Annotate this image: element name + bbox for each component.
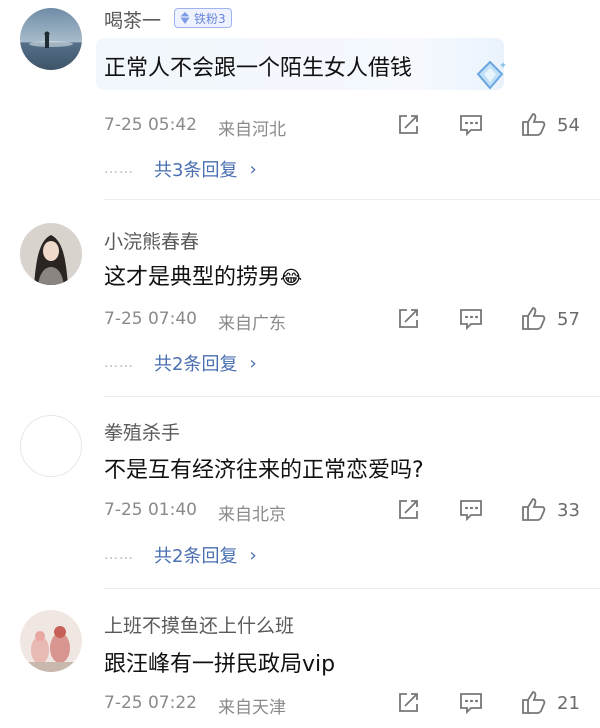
chevron-right-icon: › [249,544,257,566]
diamond-icon [472,58,508,98]
share-icon[interactable] [396,498,420,526]
divider [104,588,600,589]
comment-item: 小浣熊春春 这才是典型的捞男😂 7-25 07:40 来自广东 57 …… 共2… [0,200,600,400]
username[interactable]: 上班不摸鱼还上什么班 [104,611,294,638]
comment-icon[interactable] [458,691,484,719]
comment-item: 上班不摸鱼还上什么班 跟汪峰有一拼民政局vip 7-25 07:22 来自天津 … [0,590,600,728]
username[interactable]: 小浣熊春春 [104,227,199,254]
thumbs-up-icon[interactable] [520,689,548,719]
comment-text: 这才是典型的捞男😂 [104,259,302,291]
comment-text: 不是互有经济往来的正常恋爱吗? [104,458,424,483]
reply-count-label: 共2条回复 [154,546,238,567]
reply-dots: …… [104,547,134,563]
chevron-right-icon: › [249,352,257,374]
badge-label: 铁粉3 [194,11,226,26]
avatar[interactable] [20,610,82,672]
share-icon[interactable] [396,113,420,141]
comment-item: 拳殖杀手 不是互有经济往来的正常恋爱吗? 7-25 01:40 来自北京 33 … [0,396,600,592]
reply-count-label: 共3条回复 [154,160,238,181]
comment-icon[interactable] [458,307,484,335]
view-replies-link[interactable]: …… 共3条回复 › [104,156,257,182]
comment-icon[interactable] [458,113,484,141]
laughing-emoji: 😂 [280,267,303,289]
view-replies-link[interactable]: …… 共2条回复 › [104,350,257,376]
fan-badge: 铁粉3 [174,8,232,28]
view-replies-link[interactable]: …… 共2条回复 › [104,542,257,568]
like-count: 54 [557,115,580,136]
thumbs-up-icon[interactable] [520,111,548,141]
comment-location: 来自河北 [218,120,286,140]
username[interactable]: 拳殖杀手 [104,418,180,445]
like-count: 21 [557,693,580,714]
share-icon[interactable] [396,691,420,719]
comment-text-content: 这才是典型的捞男 [104,265,281,290]
reply-dots: …… [104,355,134,371]
username[interactable]: 喝茶一 [104,6,161,33]
share-icon[interactable] [396,307,420,335]
comment-text: 跟汪峰有一拼民政局vip [104,652,336,677]
comment-time: 7-25 07:40 [104,309,197,329]
diamond-icon [180,12,190,24]
thumbs-up-icon[interactable] [520,496,548,526]
like-count: 33 [557,500,580,521]
avatar[interactable] [20,8,82,70]
thumbs-up-icon[interactable] [520,305,548,335]
chevron-right-icon: › [249,158,257,180]
comment-time: 7-25 07:22 [104,693,197,713]
comment-time: 7-25 01:40 [104,500,197,520]
comment-location: 来自北京 [218,505,286,525]
avatar[interactable] [20,223,82,285]
like-count: 57 [557,309,580,330]
comment-location: 来自广东 [218,314,286,334]
reply-count-label: 共2条回复 [154,354,238,375]
comment-time: 7-25 05:42 [104,115,197,135]
comment-icon[interactable] [458,498,484,526]
comment-text: 正常人不会跟一个陌生女人借钱 [104,56,413,81]
comment-item: 喝茶一 铁粉3 正常人不会跟一个陌生女人借钱 7-25 05:42 来自河北 5… [0,0,600,200]
reply-dots: …… [104,161,134,177]
comment-location: 来自天津 [218,698,286,718]
avatar[interactable] [20,415,82,477]
